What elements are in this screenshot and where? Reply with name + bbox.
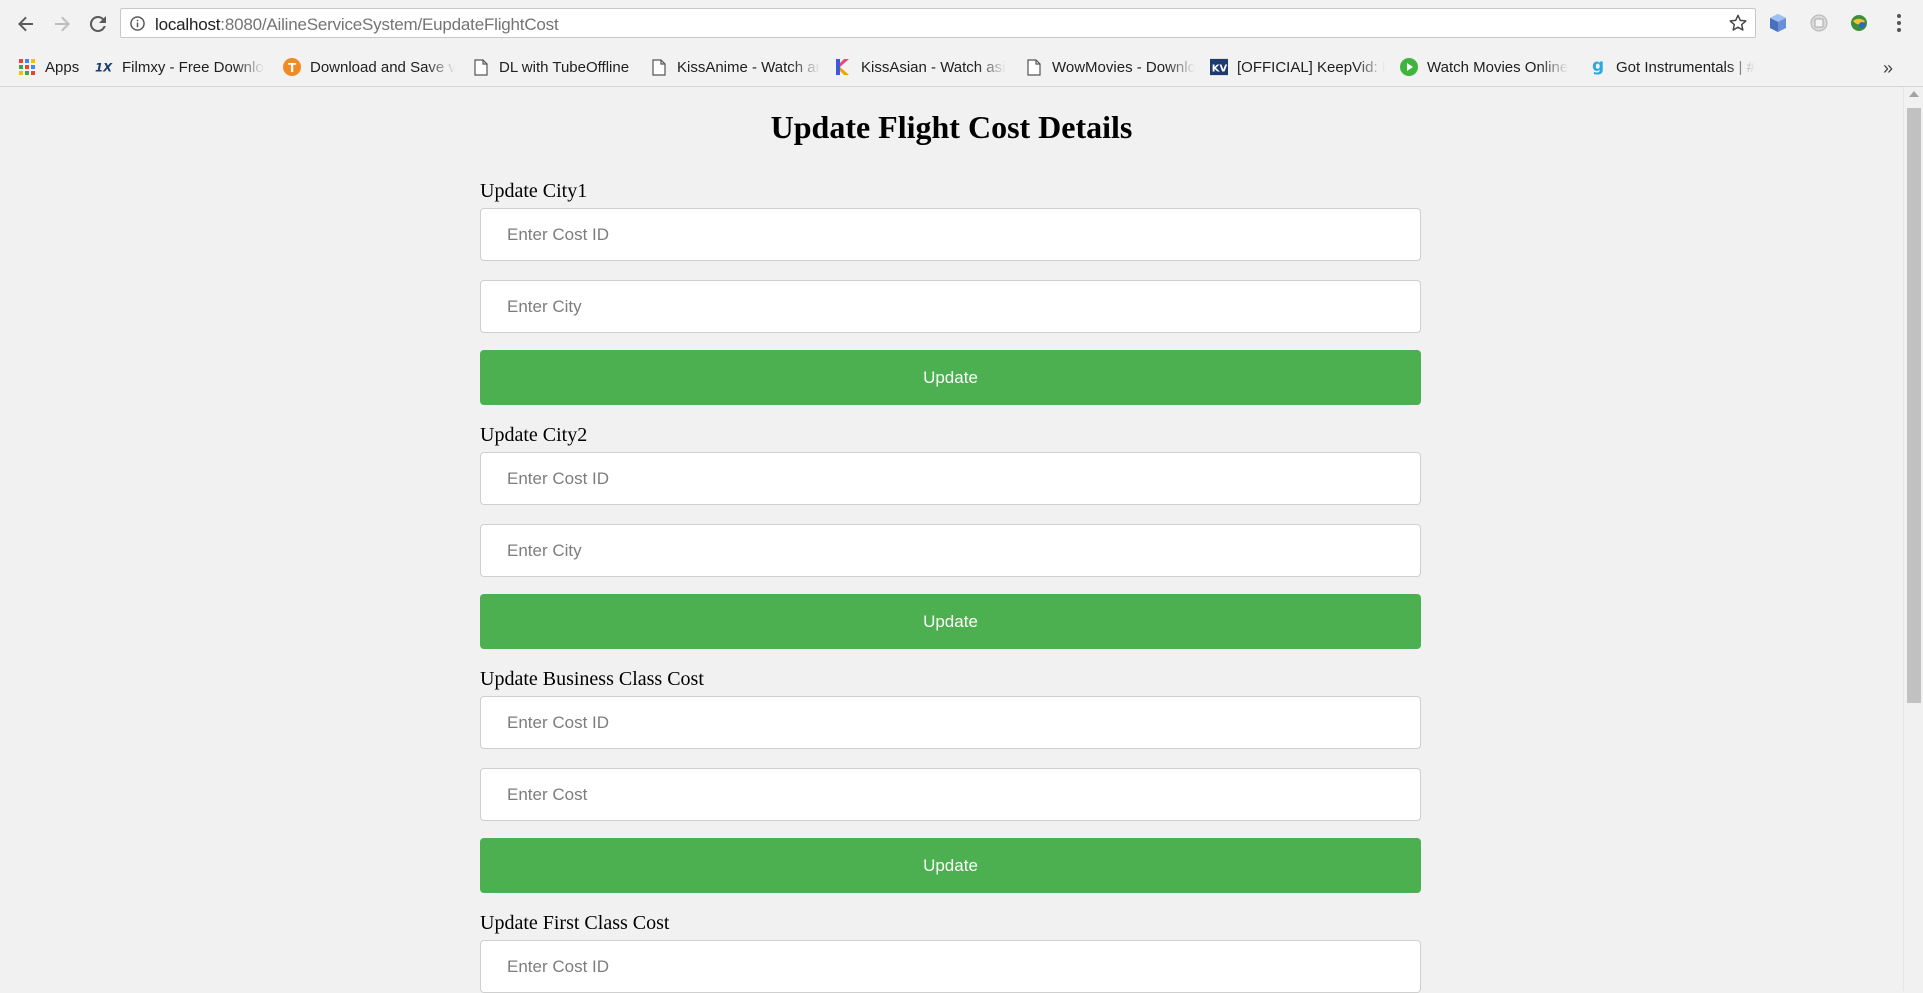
vertical-scrollbar[interactable] <box>1903 87 1923 991</box>
extension-gray-icon[interactable] <box>1808 12 1830 34</box>
section-label: Update First Class Cost <box>480 912 670 934</box>
extension-cube-icon[interactable] <box>1767 12 1789 34</box>
forward-button[interactable] <box>48 10 76 38</box>
bookmark-kissasian[interactable]: KissAsian - Watch asi <box>834 48 1006 86</box>
bookmark-label: KissAsian - Watch asi <box>861 58 1006 76</box>
bookmark-got-instrumentals[interactable]: g Got Instrumentals | # <box>1589 48 1759 86</box>
bookmark-label: WowMovies - Downlo <box>1052 58 1195 76</box>
bookmark-label: KissAnime - Watch ar <box>677 58 820 76</box>
cost-id-input[interactable] <box>480 452 1421 505</box>
apps-grid-icon <box>18 58 36 76</box>
city-input[interactable] <box>480 524 1421 577</box>
info-icon[interactable] <box>130 16 145 31</box>
bookmark-label: Got Instrumentals | # <box>1616 58 1755 76</box>
extension-globe-icon[interactable] <box>1848 12 1870 34</box>
svg-text:1X: 1X <box>95 61 113 75</box>
update-button[interactable]: Update <box>480 350 1421 405</box>
svg-text:KV: KV <box>1212 64 1228 75</box>
page-icon <box>1025 58 1043 76</box>
city-input[interactable] <box>480 280 1421 333</box>
page-icon <box>650 58 668 76</box>
bookmark-label: Watch Movies Online <box>1427 58 1569 76</box>
section-label: Update City1 <box>480 180 588 202</box>
address-bar[interactable]: localhost:8080/AilineServiceSystem/Eupda… <box>120 8 1756 38</box>
bookmark-label: [OFFICIAL] KeepVid: D <box>1237 58 1385 76</box>
page-icon <box>472 58 490 76</box>
bookmark-label: Download and Save v <box>310 58 455 76</box>
menu-kebab-icon[interactable] <box>1888 12 1910 34</box>
back-button[interactable] <box>12 10 40 38</box>
arrow-right-icon <box>55 16 70 32</box>
cost-input[interactable] <box>480 768 1421 821</box>
bookmark-star-icon[interactable] <box>1729 14 1747 32</box>
page-title: Update Flight Cost Details <box>770 109 1133 145</box>
bookmark-label: DL with TubeOffline <box>499 58 630 76</box>
bookmark-wowmovies[interactable]: WowMovies - Downlo <box>1025 48 1195 86</box>
section-label: Update City2 <box>480 424 588 446</box>
reload-icon <box>89 15 106 32</box>
scroll-thumb[interactable] <box>1907 108 1921 703</box>
cost-id-input[interactable] <box>480 208 1421 261</box>
browser-toolbar: localhost:8080/AilineServiceSystem/Eupda… <box>0 0 1923 48</box>
section-label: Update Business Class Cost <box>480 668 704 690</box>
bookmark-download-save[interactable]: T Download and Save v <box>283 48 455 86</box>
keepvid-icon: KV <box>1210 58 1228 76</box>
more-bookmarks-chevron-icon[interactable]: » <box>1883 58 1893 79</box>
url-host: localhost <box>155 15 221 34</box>
got-instrumentals-icon: g <box>1589 58 1607 76</box>
bookmark-tubeoffline[interactable]: DL with TubeOffline <box>472 48 642 86</box>
bookmark-apps[interactable]: Apps <box>18 48 88 86</box>
kissasian-icon <box>834 58 852 76</box>
bookmark-label: Filmxy - Free Downlo <box>122 58 264 76</box>
page-viewport: Update Flight Cost Details Update City1 … <box>0 87 1903 993</box>
download-save-icon: T <box>283 58 301 76</box>
bookmark-filmxy[interactable]: 1X Filmxy - Free Downlo <box>95 48 267 86</box>
update-button[interactable]: Update <box>480 838 1421 893</box>
filmxy-icon: 1X <box>95 58 113 76</box>
url-path: :8080/AilineServiceSystem/EupdateFlightC… <box>220 15 559 34</box>
bookmark-watch-movies[interactable]: Watch Movies Online <box>1400 48 1575 86</box>
arrow-left-icon <box>18 16 33 32</box>
update-button[interactable]: Update <box>480 594 1421 649</box>
bookmark-label: Apps <box>45 58 80 76</box>
bookmark-keepvid[interactable]: KV [OFFICIAL] KeepVid: D <box>1210 48 1385 86</box>
play-icon <box>1400 58 1418 76</box>
bookmarks-bar: Apps 1X Filmxy - Free Downlo T Download … <box>0 48 1923 87</box>
svg-text:T: T <box>288 61 297 75</box>
cost-id-input[interactable] <box>480 940 1421 993</box>
url-text: localhost:8080/AilineServiceSystem/Eupda… <box>155 15 559 35</box>
svg-text:g: g <box>1592 58 1604 76</box>
scroll-up-arrow-icon[interactable] <box>1909 91 1919 97</box>
cost-id-input[interactable] <box>480 696 1421 749</box>
reload-button[interactable] <box>84 10 112 38</box>
bookmark-kissanime[interactable]: KissAnime - Watch ar <box>650 48 820 86</box>
